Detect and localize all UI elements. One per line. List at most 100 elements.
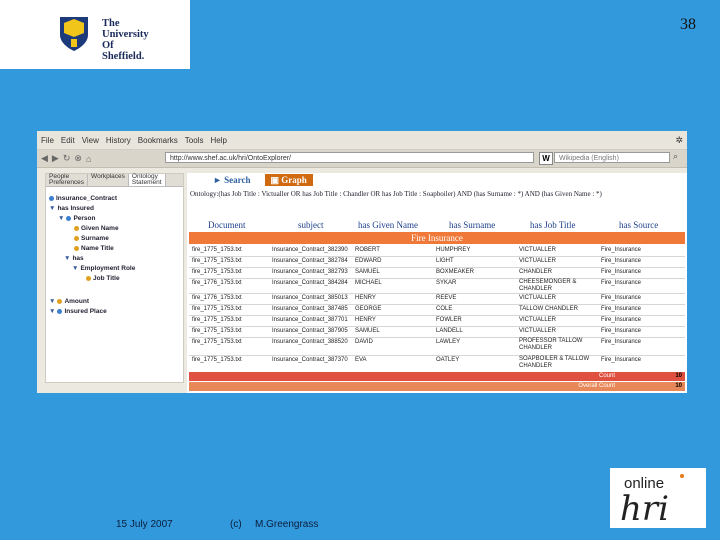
table-row[interactable]: fire_1775_1753.txt Insurance_Contract_388… xyxy=(189,337,685,356)
table-cell: HENRY xyxy=(355,317,376,323)
property-icon xyxy=(74,235,79,241)
tree-item[interactable]: ▼ Person xyxy=(58,215,95,223)
property-icon xyxy=(57,298,63,304)
column-header-given-name[interactable]: has Given Name xyxy=(358,220,418,230)
tree-item[interactable]: Insurance_Contract xyxy=(49,195,117,203)
table-cell: OATLEY xyxy=(436,357,460,363)
column-header-job-title[interactable]: has Job Title xyxy=(530,220,576,230)
tree-item[interactable]: Job Title xyxy=(86,275,120,283)
column-header-subject[interactable]: subject xyxy=(298,220,324,230)
throbber-icon: ✲ xyxy=(675,134,683,145)
logo-line: The xyxy=(102,18,120,29)
tree-item[interactable]: ▼ has Insured xyxy=(49,205,94,213)
logo-line: Of xyxy=(102,40,114,51)
table-cell: Insurance_Contract_388520 xyxy=(272,339,348,345)
tree-item[interactable]: ▼ has xyxy=(64,255,84,263)
tab-search[interactable]: ► Search xyxy=(213,175,265,185)
menu-history[interactable]: History xyxy=(106,136,131,145)
back-icon[interactable]: ◀ xyxy=(41,153,48,164)
tab-people[interactable]: People Preferences xyxy=(46,173,89,186)
menu-file[interactable]: File xyxy=(41,136,54,145)
table-cell: VICTUALLER xyxy=(519,317,557,323)
table-cell: CHEESEMONGER & CHANDLER xyxy=(519,279,577,292)
browser-window: File Edit View History Bookmarks Tools H… xyxy=(37,131,687,393)
forward-icon[interactable]: ▶ xyxy=(52,153,59,164)
table-cell: Fire_Insurance xyxy=(601,339,642,345)
tree-item[interactable]: ▼ Insured Place xyxy=(49,308,107,316)
tab-workplaces[interactable]: Workplaces xyxy=(88,173,129,186)
table-cell: fire_1775_1753.txt xyxy=(192,317,242,323)
footer-date: 15 July 2007 xyxy=(116,519,173,530)
expand-icon: ▼ xyxy=(49,298,56,305)
table-cell: FOWLER xyxy=(436,317,462,323)
table-cell: SYKAR xyxy=(436,280,457,286)
table-cell: Fire_Insurance xyxy=(601,328,642,334)
expand-icon: ▼ xyxy=(72,265,79,272)
menu-bookmarks[interactable]: Bookmarks xyxy=(138,136,178,145)
class-icon xyxy=(57,308,63,314)
property-icon xyxy=(74,225,79,231)
table-cell: fire_1775_1753.txt xyxy=(192,258,242,264)
table-cell: PROFESSOR TALLOW CHANDLER xyxy=(519,338,583,351)
query-text: Ontology:(has Job Title : Victualler OR … xyxy=(190,190,602,198)
table-cell: LAWLEY xyxy=(436,339,461,345)
table-cell: EVA xyxy=(355,357,367,363)
online-hri-logo: online hri xyxy=(610,468,706,529)
column-header-source[interactable]: has Source xyxy=(619,220,658,230)
menu-edit[interactable]: Edit xyxy=(61,136,75,145)
table-cell: fire_1775_1753.txt xyxy=(192,357,242,363)
table-cell: BOXMEAKER xyxy=(436,269,475,275)
table-cell: fire_1776_1753.txt xyxy=(192,295,242,301)
search-engine-icon[interactable]: W xyxy=(539,152,553,165)
table-cell: Fire_Insurance xyxy=(601,295,642,301)
stop-icon[interactable]: ⊗ xyxy=(74,153,82,164)
table-row[interactable]: fire_1776_1753.txt Insurance_Contract_384… xyxy=(189,278,685,294)
column-header-document[interactable]: Document xyxy=(208,220,246,230)
count-label: Count xyxy=(598,373,615,379)
left-tabs: People Preferences Workplaces Ontology Sta… xyxy=(46,173,183,187)
table-cell: HENRY xyxy=(355,295,376,301)
table-cell: LIGHT xyxy=(436,258,454,264)
tab-ontology[interactable]: Ontology Statement xyxy=(128,173,166,186)
footer-author: M.Greengrass xyxy=(255,519,319,530)
logo-hri-text: hri xyxy=(620,489,669,528)
tree-item[interactable]: ▼ Employment Role xyxy=(72,265,135,273)
table-cell: VICTUALLER xyxy=(519,258,557,264)
table-cell: REEVE xyxy=(436,295,457,301)
table-cell: CHANDLER xyxy=(519,269,553,275)
table-cell: HUMPHREY xyxy=(436,247,471,253)
table-cell: MICHAEL xyxy=(355,280,382,286)
table-cell: GEORGE xyxy=(355,306,382,312)
expand-icon: ▼ xyxy=(49,308,56,315)
logo-line: University xyxy=(102,29,149,40)
count-value: 10 xyxy=(675,373,682,379)
table-cell: Insurance_Contract_382390 xyxy=(272,247,348,253)
search-icon[interactable]: ⌕ xyxy=(673,151,678,162)
table-cell: Insurance_Contract_387370 xyxy=(272,357,348,363)
menu-tools[interactable]: Tools xyxy=(185,136,204,145)
table-cell: Fire_Insurance xyxy=(601,258,642,264)
table-cell: fire_1776_1753.txt xyxy=(192,280,242,286)
table-cell: Insurance_Contract_382793 xyxy=(272,269,348,275)
table-cell: Fire_Insurance xyxy=(601,280,642,286)
home-icon[interactable]: ⌂ xyxy=(86,154,91,164)
tree-item[interactable]: Surname xyxy=(74,235,109,243)
table-cell: SAMUEL xyxy=(355,269,380,275)
table-cell: Insurance_Contract_387485 xyxy=(272,306,348,312)
tab-graph[interactable]: ▣ Graph xyxy=(264,174,313,186)
reload-icon[interactable]: ↻ xyxy=(63,153,71,164)
table-cell: ROBERT xyxy=(355,247,380,253)
menu-view[interactable]: View xyxy=(82,136,99,145)
tree-item[interactable]: ▼ Amount xyxy=(49,298,89,306)
table-cell: Insurance_Contract_387905 xyxy=(272,328,348,334)
table-cell: TALLOW CHANDLER xyxy=(519,306,578,312)
menu-help[interactable]: Help xyxy=(210,136,226,145)
column-header-surname[interactable]: has Surname xyxy=(449,220,495,230)
tree-item[interactable]: Name Title xyxy=(74,245,114,253)
address-bar[interactable]: http://www.shef.ac.uk/hri/OntoExplorer/ xyxy=(165,152,534,163)
menu-bar: File Edit View History Bookmarks Tools H… xyxy=(37,131,687,150)
tree-item[interactable]: Given Name xyxy=(74,225,119,233)
search-input[interactable]: Wikipedia (English) xyxy=(554,152,670,163)
group-header: Fire Insurance xyxy=(189,232,685,244)
footer-copyright: (c) xyxy=(230,519,242,530)
